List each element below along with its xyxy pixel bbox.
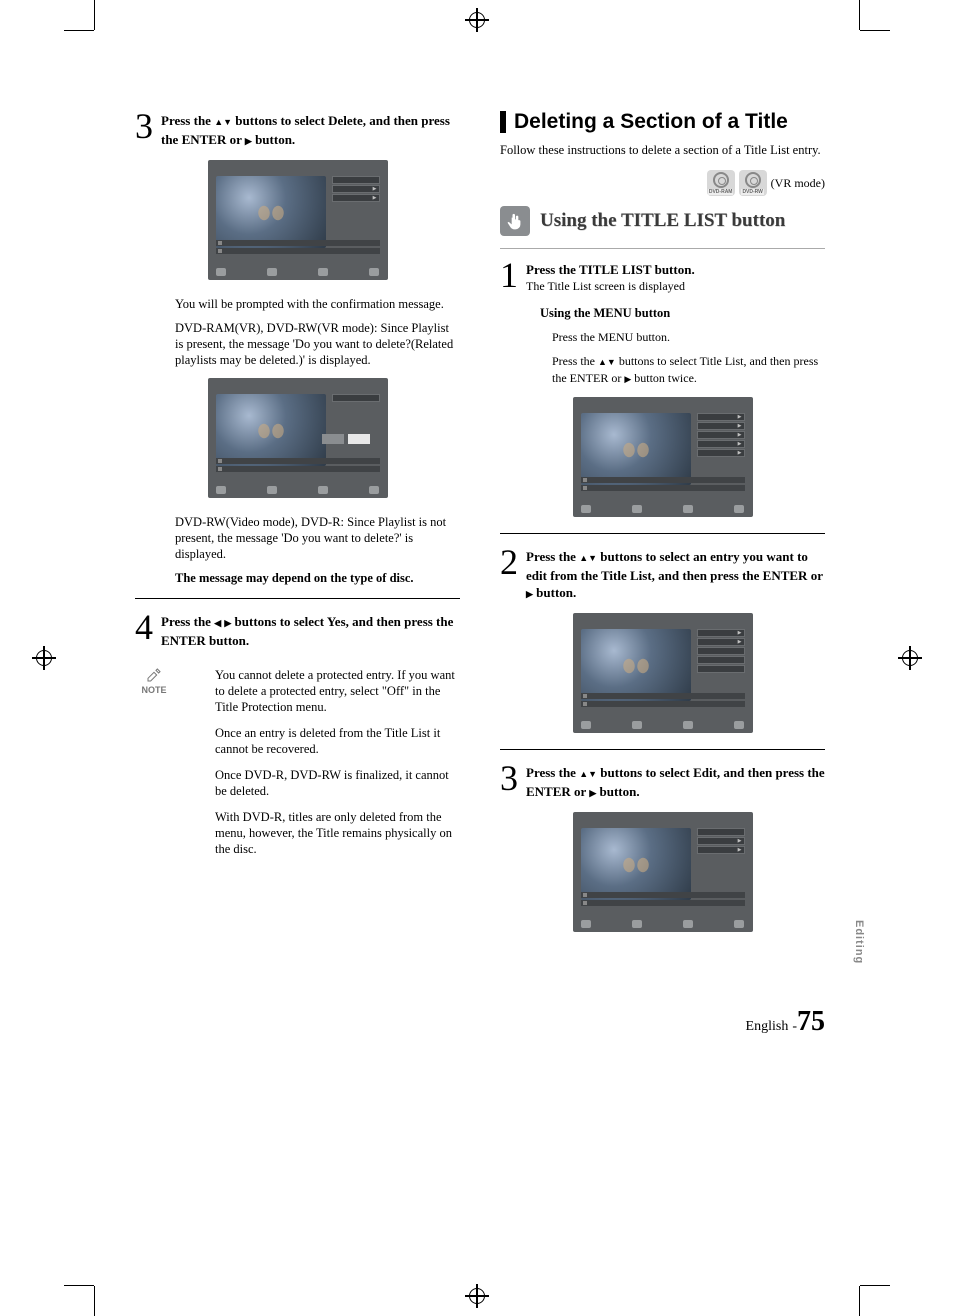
step-number: 3 xyxy=(500,762,518,794)
subsection-row: Using the TITLE LIST button xyxy=(500,206,825,236)
down-triangle-icon xyxy=(588,549,597,564)
step-text: Press the TITLE LIST button. The Title L… xyxy=(526,259,695,295)
divider xyxy=(500,533,825,534)
registration-mark-bottom xyxy=(465,1284,489,1308)
step-number: 4 xyxy=(135,611,153,643)
section-bar-icon xyxy=(500,111,506,133)
registration-mark-top xyxy=(465,8,489,32)
t: Press the xyxy=(526,765,579,780)
t: Press the TITLE LIST button. xyxy=(526,262,695,277)
up-triangle-icon xyxy=(579,765,588,780)
step-4-left: 4 Press the buttons to select Yes, and t… xyxy=(135,611,460,649)
right-triangle-icon xyxy=(526,585,533,600)
note-item: You cannot delete a protected entry. If … xyxy=(215,667,460,715)
step-number: 1 xyxy=(500,259,518,291)
t: Press the xyxy=(552,354,598,368)
note-block: NOTE You cannot delete a protected entry… xyxy=(135,667,460,867)
subsection-title: Using the TITLE LIST button xyxy=(540,210,785,232)
right-triangle-icon xyxy=(245,132,252,147)
step-text: Press the buttons to select an entry you… xyxy=(526,546,825,603)
t: button. xyxy=(533,585,576,600)
divider xyxy=(500,749,825,750)
down-triangle-icon xyxy=(223,113,232,128)
ui-screenshot-5: ▶ ▶ xyxy=(573,812,753,932)
note-label-text: NOTE xyxy=(141,685,166,695)
registration-mark-right xyxy=(898,646,922,670)
section-title-row: Deleting a Section of a Title xyxy=(500,110,825,134)
step-text: Press the buttons to select Delete, and … xyxy=(161,110,460,150)
up-triangle-icon xyxy=(214,113,223,128)
t: The Title List screen is displayed xyxy=(526,278,695,295)
disc-type-row: DVD-RAM DVD-RW (VR mode) xyxy=(500,170,825,196)
confirmation-text: You will be prompted with the confirmati… xyxy=(135,296,460,312)
section-intro: Follow these instructions to delete a se… xyxy=(500,142,825,158)
vr-mode-text: DVD-RAM(VR), DVD-RW(VR mode): Since Play… xyxy=(135,320,460,368)
t: Press the xyxy=(161,614,214,629)
note-label: NOTE xyxy=(135,667,173,867)
step-1-right: 1 Press the TITLE LIST button. The Title… xyxy=(500,259,825,295)
ui-screenshot-3: ▶ ▶ ▶ ▶ ▶ xyxy=(573,397,753,517)
note-icon xyxy=(146,667,162,683)
step-text: Press the buttons to select Yes, and the… xyxy=(161,611,460,649)
disc-dependent-text: The message may depend on the type of di… xyxy=(135,570,460,586)
t: button. xyxy=(596,784,639,799)
ui-screenshot-1: ▶ ▶ xyxy=(208,160,388,280)
t: button. xyxy=(252,132,295,147)
step-text: Press the buttons to select Edit, and th… xyxy=(526,762,825,802)
note-item: Once an entry is deleted from the Title … xyxy=(215,725,460,757)
registration-mark-left xyxy=(32,646,56,670)
note-items: You cannot delete a protected entry. If … xyxy=(173,667,460,867)
t: Press the xyxy=(526,549,579,564)
side-tab-editing: Editing xyxy=(845,920,865,964)
left-triangle-icon xyxy=(214,614,221,629)
up-triangle-icon xyxy=(579,549,588,564)
section-title: Deleting a Section of a Title xyxy=(514,110,788,134)
page-footer: English -75 xyxy=(746,1006,825,1038)
disc-mode-label: (VR mode) xyxy=(771,176,825,191)
divider xyxy=(135,598,460,599)
disc-label: DVD-RW xyxy=(741,189,763,195)
divider xyxy=(500,248,825,249)
dvd-ram-icon: DVD-RAM xyxy=(707,170,735,196)
step-number: 3 xyxy=(135,110,153,142)
up-triangle-icon xyxy=(598,354,607,368)
down-triangle-icon xyxy=(607,354,616,368)
down-triangle-icon xyxy=(588,765,597,780)
footer-page-number: 75 xyxy=(797,1006,825,1037)
step-number: 2 xyxy=(500,546,518,578)
step-3-right: 3 Press the buttons to select Edit, and … xyxy=(500,762,825,802)
menu-line: Press the buttons to select Title List, … xyxy=(500,353,825,387)
left-column: 3 Press the buttons to select Delete, an… xyxy=(135,110,460,867)
disc-label: DVD-RAM xyxy=(708,189,734,195)
dvd-rw-icon: DVD-RW xyxy=(739,170,767,196)
t: Press the xyxy=(161,113,214,128)
ui-screenshot-2 xyxy=(208,378,388,498)
step-3-left: 3 Press the buttons to select Delete, an… xyxy=(135,110,460,150)
t: button twice. xyxy=(631,371,697,385)
right-column: Deleting a Section of a Title Follow the… xyxy=(500,110,825,948)
note-item: With DVD-R, titles are only deleted from… xyxy=(215,809,460,857)
step-2-right: 2 Press the buttons to select an entry y… xyxy=(500,546,825,603)
menu-heading: Using the MENU button xyxy=(500,305,825,321)
menu-line: Press the MENU button. xyxy=(500,329,825,345)
hand-icon xyxy=(500,206,530,236)
ui-screenshot-4: ▶ ▶ xyxy=(573,613,753,733)
video-mode-text: DVD-RW(Video mode), DVD-R: Since Playlis… xyxy=(135,514,460,562)
note-item: Once DVD-R, DVD-RW is finalized, it cann… xyxy=(215,767,460,799)
footer-language: English xyxy=(746,1019,789,1034)
